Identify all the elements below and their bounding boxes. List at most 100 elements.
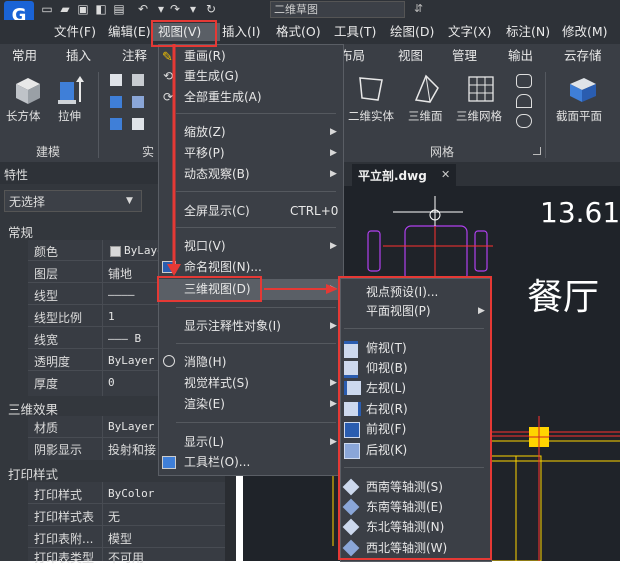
menu-separator (176, 422, 336, 423)
prop-label-lineweight: 线宽 (34, 333, 59, 347)
prop-value-transparency[interactable]: ByLayer (108, 354, 154, 367)
menu-insert[interactable]: 插入(I) (222, 23, 260, 41)
extrude-label[interactable]: 拉伸 (58, 108, 81, 124)
document-tab-label[interactable]: 平立剖.dwg (358, 167, 427, 184)
chevron-down-icon[interactable]: ⇵ (414, 2, 423, 15)
menu-item-visual-styles[interactable]: 视觉样式(S) (184, 373, 249, 393)
prop-value-linetype[interactable]: ———— (108, 288, 135, 301)
tab-insert[interactable]: 插入 (66, 47, 91, 65)
group-plot-style[interactable]: 打印样式 (8, 464, 58, 483)
menu-item-hide[interactable]: 消隐(H) (184, 352, 226, 372)
primitive-icon[interactable] (110, 74, 122, 86)
room-label: 餐厅 (527, 277, 600, 318)
redo-dropdown-icon[interactable]: ▾ (186, 2, 200, 16)
annotation-arrows (167, 44, 338, 294)
save-icon[interactable]: ▣ (76, 2, 90, 16)
group-general[interactable]: 常规 (8, 222, 33, 241)
tab-output[interactable]: 输出 (508, 47, 533, 65)
slice-icon[interactable] (110, 118, 122, 130)
row-divider (28, 525, 236, 526)
mesh-3d-icon[interactable] (466, 74, 496, 104)
menu-separator (176, 307, 336, 308)
prop-label-thickness: 厚度 (34, 377, 59, 391)
solid-edit-icon[interactable] (132, 118, 144, 130)
menu-file[interactable]: 文件(F) (54, 23, 96, 41)
workspace-combo[interactable]: 二维草图 (270, 1, 405, 18)
prop-value-layer[interactable]: 铺地 (108, 265, 132, 282)
prop-value-material[interactable]: ByLayer (108, 420, 154, 433)
highlight-box-submenu (338, 276, 492, 560)
subtract-icon[interactable] (110, 96, 122, 108)
redo-icon[interactable]: ↷ (168, 2, 182, 16)
menu-modify[interactable]: 修改(M) (562, 23, 608, 41)
ribbon-divider (98, 72, 99, 158)
menu-format[interactable]: 格式(O) (276, 23, 321, 41)
modeling-section-title: 建模 (36, 145, 61, 159)
menu-separator (176, 343, 336, 344)
prop-value-plottabletype[interactable]: 不可用 (108, 549, 144, 566)
prop-value-ltscale[interactable]: 1 (108, 310, 115, 323)
section-plane-icon[interactable] (566, 74, 600, 104)
prop-label-layer: 图层 (34, 267, 59, 281)
menu-edit[interactable]: 编辑(E) (108, 23, 151, 41)
prop-value-plotstyle[interactable]: ByColor (108, 487, 154, 500)
face-3d-label[interactable]: 三维面 (408, 108, 443, 124)
box-icon[interactable] (12, 74, 42, 106)
tab-home[interactable]: 常用 (12, 47, 37, 65)
print-icon[interactable]: ▤ (112, 2, 126, 16)
menu-draw[interactable]: 绘图(D) (390, 23, 434, 41)
prop-label-material: 材质 (34, 421, 59, 435)
menu-tools[interactable]: 工具(T) (334, 23, 376, 41)
row-divider (28, 547, 236, 548)
tab-view[interactable]: 视图 (398, 47, 423, 65)
prop-label-ltscale: 线型比例 (34, 311, 83, 325)
dimension-text: 13.61 (540, 196, 620, 229)
menu-text[interactable]: 文字(X) (448, 23, 491, 41)
prop-value-plotstyletable[interactable]: 无 (108, 508, 120, 525)
face-3d-icon[interactable] (412, 74, 442, 104)
column-divider (102, 416, 103, 460)
toolbar-icon (162, 456, 176, 469)
mesh-3d-label[interactable]: 三维网格 (456, 108, 502, 124)
solid-section-title: 实 (142, 145, 155, 159)
section-plane-label[interactable]: 截面平面 (556, 108, 602, 124)
solid-2d-label[interactable]: 二维实体 (348, 108, 394, 124)
refresh-icon[interactable]: ↻ (204, 2, 218, 16)
save-as-icon[interactable]: ◧ (94, 2, 108, 16)
menu-item-render[interactable]: 渲染(E) (184, 394, 225, 414)
menu-dimension[interactable]: 标注(N) (506, 23, 550, 41)
close-tab-icon[interactable]: ✕ (441, 168, 450, 181)
refine-icon[interactable] (516, 94, 532, 108)
new-file-icon[interactable]: ▭ (40, 2, 54, 16)
menu-item-annotative[interactable]: 显示注释性对象(I) (184, 316, 281, 336)
tab-cloud[interactable]: 云存储 (564, 47, 602, 65)
prop-label-color: 颜色 (34, 245, 59, 259)
prop-value-thickness[interactable]: 0 (108, 376, 115, 389)
smooth-icon[interactable] (516, 74, 532, 88)
undo-icon[interactable]: ↶ (136, 2, 150, 16)
undo-dropdown-icon[interactable]: ▾ (154, 2, 168, 16)
properties-title: 特性 (4, 168, 29, 182)
row-divider (28, 503, 236, 504)
section-expand-icon[interactable] (533, 147, 541, 155)
tab-annotate[interactable]: 注释 (122, 47, 147, 65)
submenu-arrow-icon: ▶ (330, 378, 337, 388)
open-folder-icon[interactable]: ▰ (58, 2, 72, 16)
intersect-icon[interactable] (132, 96, 144, 108)
selection-value: 无选择 (9, 195, 46, 209)
solid-2d-icon[interactable] (356, 74, 386, 104)
prop-value-plottableattached[interactable]: 模型 (108, 530, 132, 547)
tab-manage[interactable]: 管理 (452, 47, 477, 65)
box-label[interactable]: 长方体 (6, 108, 41, 124)
prop-value-shadow[interactable]: 投射和接 (108, 441, 156, 458)
union-icon[interactable] (132, 74, 144, 86)
prop-label-plottableattached: 打印表附... (34, 532, 94, 546)
menu-item-toolbars[interactable]: 工具栏(O)... (184, 452, 250, 472)
submenu-arrow-icon: ▶ (330, 399, 337, 409)
crease-icon[interactable] (516, 114, 532, 128)
menu-item-display[interactable]: 显示(L) (184, 432, 224, 452)
chevron-down-icon[interactable]: ▼ (126, 196, 133, 206)
prop-label-plotstyle: 打印样式 (34, 488, 83, 502)
extrude-icon[interactable] (56, 74, 86, 106)
prop-value-lineweight[interactable]: ——— B (108, 332, 141, 345)
